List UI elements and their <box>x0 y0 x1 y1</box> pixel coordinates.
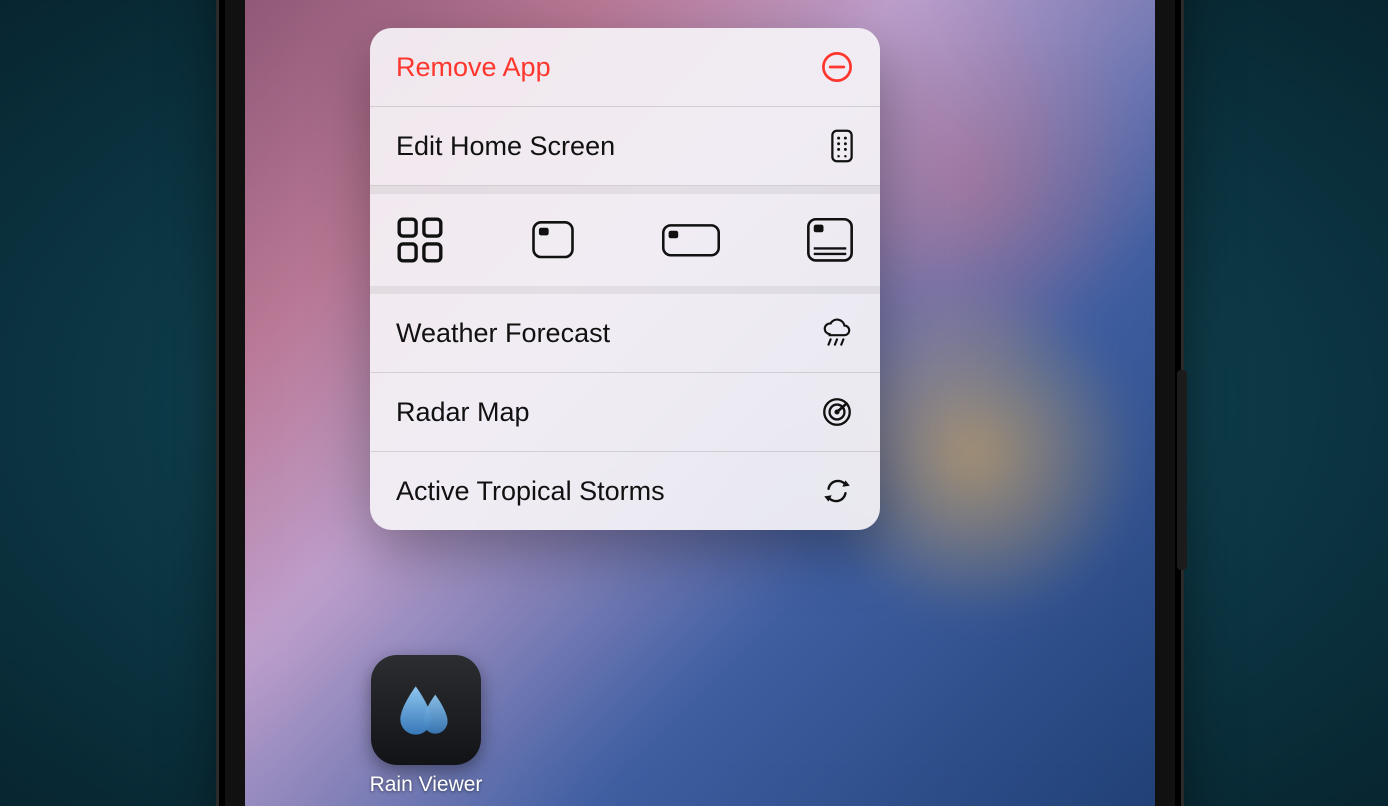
weather-forecast-label: Weather Forecast <box>396 318 610 349</box>
widget-size-picker-row <box>370 186 880 294</box>
radar-target-icon <box>820 395 854 429</box>
app-context-menu: Remove App Edit Home Screen <box>370 28 880 530</box>
active-tropical-storms-label: Active Tropical Storms <box>396 476 665 507</box>
app-icon-block[interactable]: Rain Viewer <box>361 655 491 797</box>
phone-side-button <box>1177 370 1187 570</box>
phone-screen: Remove App Edit Home Screen <box>245 0 1155 806</box>
widget-size-medium-icon[interactable] <box>659 220 723 260</box>
rain-viewer-app-icon <box>371 655 481 765</box>
remove-app-button[interactable]: Remove App <box>370 28 880 107</box>
radar-map-label: Radar Map <box>396 397 530 428</box>
radar-map-button[interactable]: Radar Map <box>370 373 880 452</box>
cycle-arrows-icon <box>820 474 854 508</box>
phone-frame: Remove App Edit Home Screen <box>225 0 1175 806</box>
widget-size-small-icon[interactable] <box>527 220 579 260</box>
edit-home-screen-label: Edit Home Screen <box>396 131 615 162</box>
remove-app-label: Remove App <box>396 52 551 83</box>
rain-cloud-icon <box>820 316 854 350</box>
remove-minus-icon <box>820 50 854 84</box>
widget-size-large-icon[interactable] <box>804 220 856 260</box>
app-icon-label: Rain Viewer <box>361 773 491 797</box>
apps-grid-icon <box>830 129 854 163</box>
edit-home-screen-button[interactable]: Edit Home Screen <box>370 107 880 186</box>
widget-size-grid-icon[interactable] <box>394 220 446 260</box>
active-tropical-storms-button[interactable]: Active Tropical Storms <box>370 452 880 530</box>
weather-forecast-button[interactable]: Weather Forecast <box>370 294 880 373</box>
